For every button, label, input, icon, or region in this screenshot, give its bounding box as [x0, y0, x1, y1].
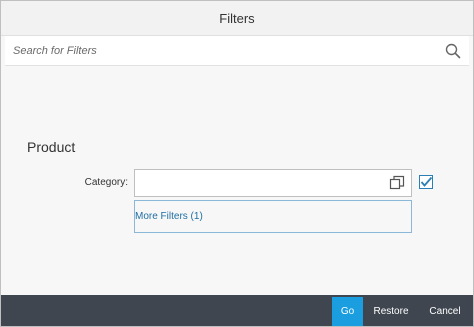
- restore-button[interactable]: Restore: [369, 297, 413, 326]
- category-label: Category:: [84, 177, 128, 188]
- dialog-title-bar: Filters: [1, 1, 473, 36]
- dialog-title: Filters: [219, 10, 255, 26]
- filter-group-title: Product: [27, 139, 76, 155]
- go-button[interactable]: Go: [332, 297, 363, 326]
- checkmark-icon: [420, 176, 433, 187]
- search-icon[interactable]: [443, 41, 463, 61]
- search-bar: [5, 36, 469, 66]
- dialog-footer: Go Restore Cancel: [1, 295, 473, 326]
- value-help-icon[interactable]: [389, 175, 405, 191]
- category-input[interactable]: [134, 169, 412, 197]
- category-visibility-checkbox[interactable]: [419, 175, 433, 189]
- search-input[interactable]: [5, 36, 443, 65]
- filters-dialog: Filters Product Category: More Filters (…: [0, 0, 474, 327]
- more-filters-box: More Filters (1): [134, 200, 412, 233]
- more-filters-link[interactable]: More Filters (1): [135, 211, 203, 222]
- cancel-button[interactable]: Cancel: [423, 297, 467, 326]
